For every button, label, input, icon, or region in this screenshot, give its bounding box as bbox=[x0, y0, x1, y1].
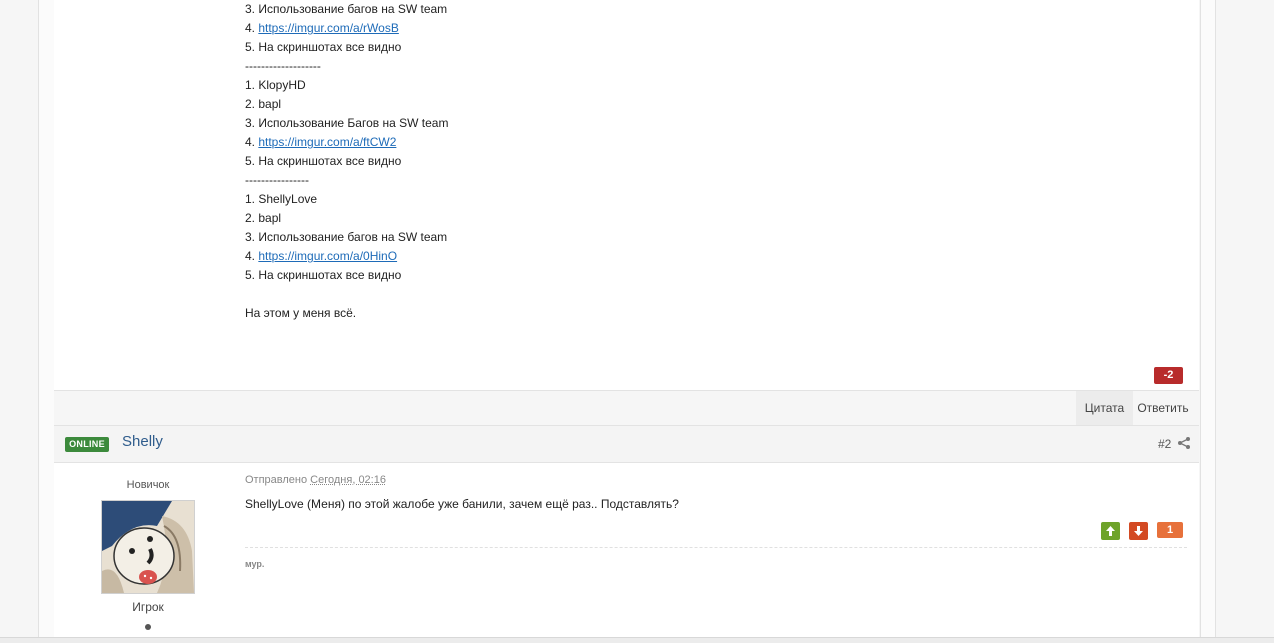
share-icon[interactable] bbox=[1177, 436, 1191, 450]
post-actions-bar: Цитата Ответить bbox=[54, 390, 1199, 425]
left-rail bbox=[38, 0, 55, 642]
post-line: 4. https://imgur.com/a/0HinO bbox=[245, 247, 1145, 266]
post-line: 5. На скриншотах все видно bbox=[245, 154, 402, 168]
post-2-text: ShellyLove (Меня) по этой жалобе уже бан… bbox=[245, 497, 679, 511]
post-number-link[interactable]: #2 bbox=[1158, 437, 1171, 451]
post-line: На этом у меня всё. bbox=[245, 306, 357, 320]
author-name-link[interactable]: Shelly bbox=[122, 433, 163, 450]
post-line: 5. На скриншотах все видно bbox=[245, 40, 402, 54]
post-line: ---------------- bbox=[245, 173, 309, 187]
post-line: 3. Использование Багов на SW team bbox=[245, 116, 449, 130]
status-dot-icon bbox=[145, 624, 151, 630]
reputation-badge[interactable]: -2 bbox=[1154, 367, 1183, 384]
post-line: 3. Использование багов на SW team bbox=[245, 230, 448, 244]
sent-label: Отправлено bbox=[245, 474, 308, 486]
post-line: 4. https://imgur.com/a/rWosB bbox=[245, 19, 1145, 38]
post-1-body: 3. Использование багов на SW team 4. htt… bbox=[245, 0, 1145, 323]
post-line: 2. bapl bbox=[245, 211, 282, 225]
avatar-image bbox=[102, 501, 194, 593]
arrow-up-icon bbox=[1106, 526, 1115, 536]
post-line: 1. KlopyHD bbox=[245, 78, 306, 92]
line-prefix: 4. bbox=[245, 21, 259, 35]
vote-score-badge: 1 bbox=[1157, 522, 1183, 538]
imgur-link[interactable]: https://imgur.com/a/0HinO bbox=[258, 249, 397, 263]
post-line: 3. Использование багов на SW team bbox=[245, 2, 448, 16]
avatar[interactable] bbox=[101, 500, 195, 594]
imgur-link[interactable]: https://imgur.com/a/rWosB bbox=[258, 21, 399, 35]
bottom-edge bbox=[0, 637, 1274, 643]
post-line: ------------------- bbox=[245, 59, 321, 73]
post-line: 4. https://imgur.com/a/ftCW2 bbox=[245, 133, 1145, 152]
quote-button[interactable]: Цитата bbox=[1076, 391, 1133, 425]
author-rank: Новичок bbox=[126, 479, 170, 491]
author-group: Игрок bbox=[132, 600, 164, 614]
signature-divider bbox=[245, 547, 1187, 548]
post-line: 5. На скриншотах все видно bbox=[245, 268, 402, 282]
line-prefix: 4. bbox=[245, 135, 259, 149]
arrow-down-icon bbox=[1134, 526, 1143, 536]
post-line-blank bbox=[245, 285, 1145, 304]
online-badge: ONLINE bbox=[65, 437, 109, 452]
post-line: 1. ShellyLove bbox=[245, 192, 318, 206]
vote-up-button[interactable] bbox=[1101, 522, 1120, 540]
imgur-link[interactable]: https://imgur.com/a/ftCW2 bbox=[258, 135, 396, 149]
post-date-line: Отправлено Сегодня, 02:16 bbox=[245, 474, 386, 486]
right-rail bbox=[1200, 0, 1216, 642]
vote-down-button[interactable] bbox=[1129, 522, 1148, 540]
reply-button[interactable]: Ответить bbox=[1134, 391, 1192, 425]
post-line: 2. bapl bbox=[245, 97, 282, 111]
signature: мур. bbox=[245, 559, 265, 569]
sent-date: Сегодня, 02:16 bbox=[310, 474, 386, 486]
post-2-header: ONLINE Shelly #2 bbox=[54, 425, 1199, 463]
line-prefix: 4. bbox=[245, 249, 259, 263]
